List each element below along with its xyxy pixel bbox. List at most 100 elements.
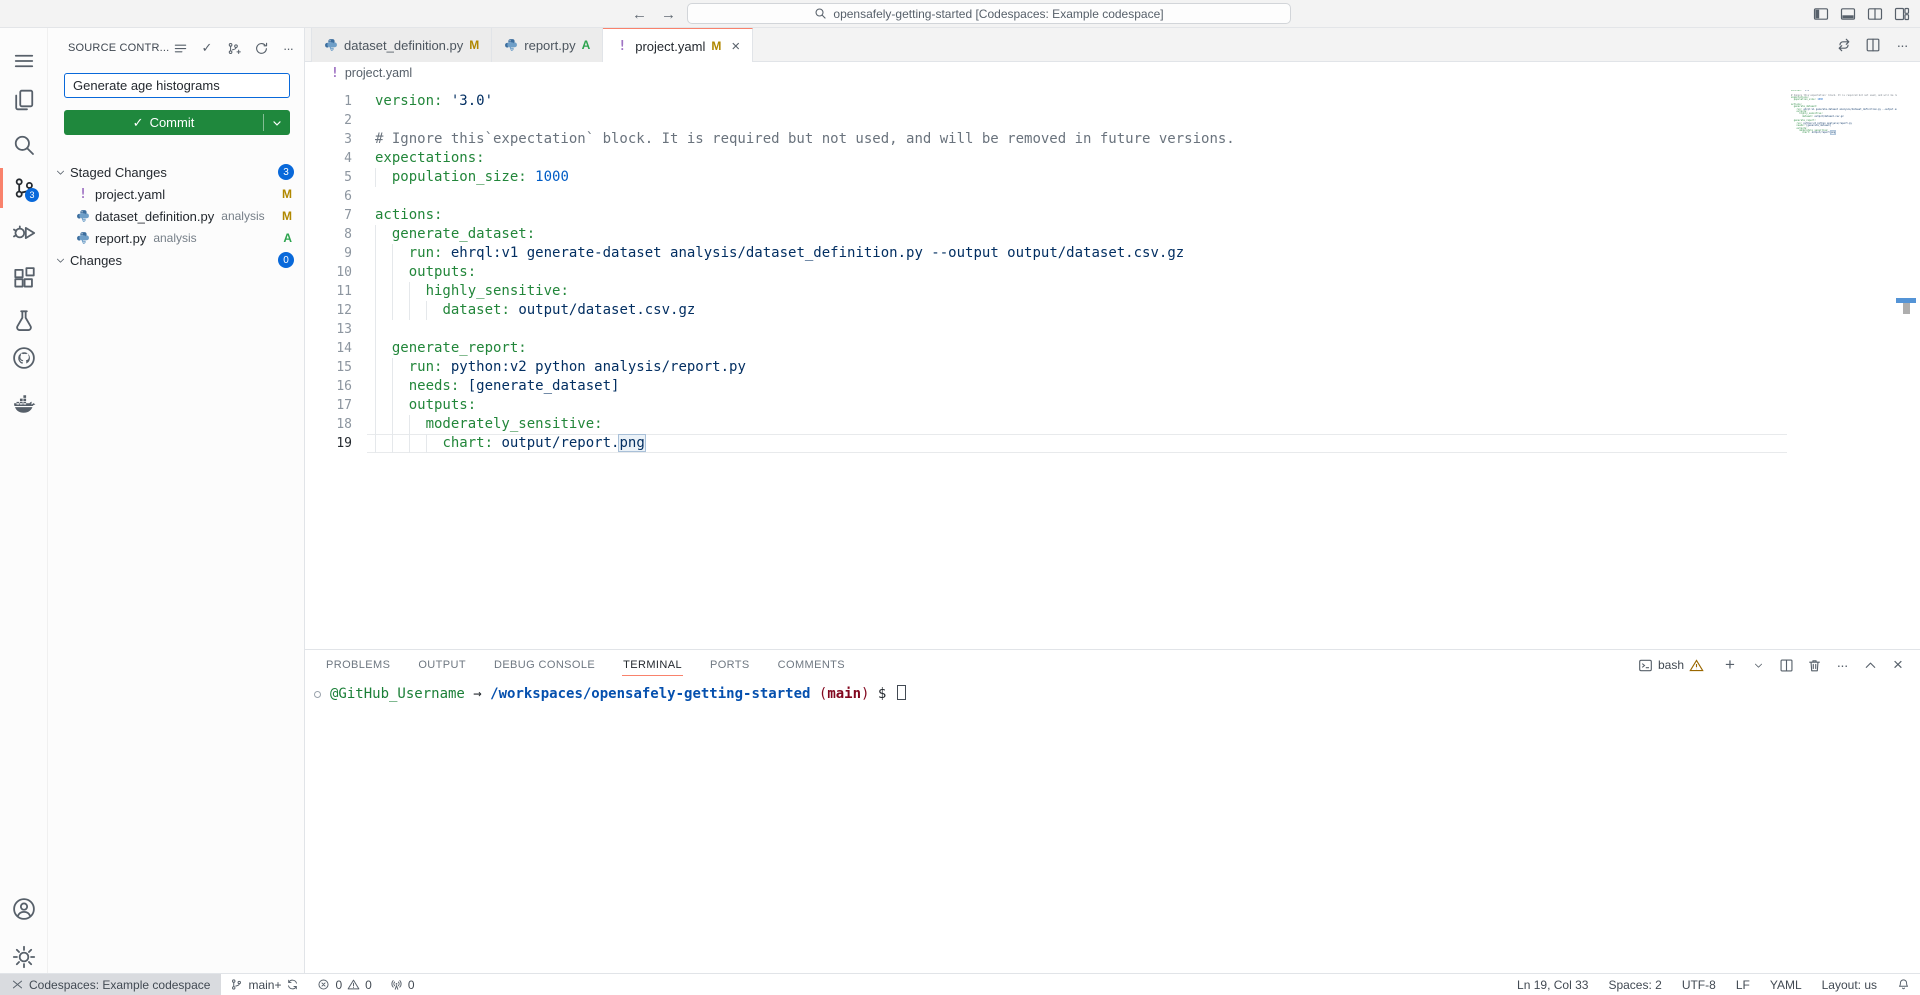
activity-github[interactable] [0, 338, 48, 378]
more-actions-icon[interactable]: ··· [1834, 657, 1850, 673]
indentation[interactable]: Spaces: 2 [1598, 974, 1671, 995]
code-line-7: 7actions: [305, 206, 1920, 225]
python-file-icon [324, 37, 338, 53]
status-text: YAML [1770, 978, 1802, 992]
back-button[interactable]: ← [632, 6, 647, 23]
panel-tab-terminal[interactable]: TERMINAL [622, 650, 683, 680]
command-center-search[interactable]: opensafely-getting-started [Codespaces: … [687, 3, 1291, 24]
activity-settings[interactable] [0, 937, 48, 977]
split-editor-icon[interactable] [1865, 37, 1881, 53]
problems-status[interactable]: 00 [308, 974, 380, 995]
commit-message-input[interactable] [64, 73, 290, 98]
scm-file-report.py[interactable]: report.pyanalysisA [48, 227, 305, 249]
toggle-primary-sidebar-icon[interactable] [1813, 6, 1829, 22]
activity-search[interactable] [0, 125, 48, 165]
customize-layout-icon[interactable] [1894, 6, 1910, 22]
activity-accounts[interactable] [0, 889, 48, 929]
forward-button[interactable]: → [661, 6, 676, 23]
sidebar-actions: ✓ ··· [172, 40, 296, 56]
panel-tab-comments[interactable]: COMMENTS [777, 650, 846, 680]
status-text: UTF-8 [1682, 978, 1716, 992]
ports-status[interactable]: 0 [381, 974, 424, 995]
code-line-18: 18 moderately_sensitive: [305, 415, 1920, 434]
activity-extensions[interactable] [0, 258, 48, 298]
beaker-icon [12, 308, 36, 332]
encoding[interactable]: UTF-8 [1672, 974, 1726, 995]
shell-selector[interactable]: bash [1638, 658, 1704, 673]
git-status-letter: M [711, 39, 721, 53]
open-changes-icon[interactable] [1836, 37, 1852, 53]
status-text: 0 [365, 978, 372, 992]
status-text: Ln 19, Col 33 [1517, 978, 1588, 992]
notifications[interactable] [1887, 974, 1920, 995]
activity-source-control[interactable]: 3 [0, 168, 48, 208]
split-terminal-icon[interactable] [1778, 657, 1794, 673]
yaml-file-icon: ! [331, 66, 339, 81]
kill-terminal-icon[interactable] [1806, 657, 1822, 673]
activity-testing[interactable] [0, 300, 48, 340]
toggle-secondary-sidebar-icon[interactable] [1867, 6, 1883, 22]
toggle-panel-icon[interactable] [1840, 6, 1856, 22]
refresh-icon[interactable] [253, 40, 269, 56]
close-icon[interactable]: × [731, 39, 740, 54]
branch-status[interactable]: main+ [221, 974, 308, 995]
tab-dataset_definition.py[interactable]: dataset_definition.pyM [311, 28, 492, 62]
panel-tab-ports[interactable]: PORTS [709, 650, 751, 680]
eol[interactable]: LF [1726, 974, 1760, 995]
activity-bar: 3 [0, 28, 48, 973]
maximize-panel-icon[interactable] [1862, 657, 1878, 673]
scm-file-dataset_definition.py[interactable]: dataset_definition.pyanalysisM [48, 205, 305, 227]
cursor-position[interactable]: Ln 19, Col 33 [1507, 974, 1598, 995]
chevron-down-icon [52, 164, 68, 180]
panel-tab-bar: PROBLEMS OUTPUT DEBUG CONSOLE TERMINAL PORTS… [325, 650, 846, 680]
breadcrumb[interactable]: ! project.yaml [305, 62, 1920, 84]
new-terminal-icon[interactable]: + [1722, 657, 1738, 673]
activity-run-debug[interactable] [0, 213, 48, 253]
more-actions-icon[interactable]: ··· [280, 40, 296, 56]
commit-dropdown-button[interactable] [264, 110, 290, 135]
git-status-letter: A [283, 231, 292, 245]
view-as-list-icon[interactable] [172, 40, 188, 56]
git-status-letter: M [282, 187, 292, 201]
panel-tab-problems[interactable]: PROBLEMS [325, 650, 391, 680]
status-text: Layout: us [1822, 978, 1877, 992]
code-line-11: 11 highly_sensitive: [305, 282, 1920, 301]
scm-file-project.yaml[interactable]: !project.yamlM [48, 183, 305, 205]
activity-explorer[interactable] [0, 80, 48, 120]
kill-terminal-icon [1807, 658, 1822, 673]
view-as-list-icon [173, 41, 188, 56]
language-mode[interactable]: YAML [1760, 974, 1812, 995]
panel-tab-output[interactable]: OUTPUT [417, 650, 467, 680]
code-line-2: 2 [305, 111, 1920, 130]
status-text: Codespaces: Example codespace [29, 978, 210, 992]
status-text: 0 [408, 978, 415, 992]
activity-docker[interactable] [0, 384, 48, 424]
terminal-icon [1638, 658, 1653, 673]
tab-report.py[interactable]: report.pyA [492, 28, 603, 62]
code-line-9: 9 run: ehrql:v1 generate-dataset analysi… [305, 244, 1920, 263]
scm-section-changes[interactable]: Changes0 [48, 249, 305, 271]
commit-button[interactable]: ✓ Commit [64, 110, 290, 135]
yaml-file-icon: ! [615, 38, 629, 54]
code-editor[interactable]: version: '3.0' # Ignore this`expectation… [305, 84, 1920, 649]
status-text: 0 [335, 978, 342, 992]
git-status-letter: M [282, 209, 292, 223]
open-changes-icon [1836, 37, 1852, 53]
tab-project.yaml[interactable]: !project.yamlM× [603, 28, 753, 63]
refresh-icon [254, 41, 269, 56]
launch-profile-chevron-icon[interactable] [1750, 657, 1766, 673]
close-panel-icon[interactable]: × [1890, 657, 1906, 673]
activity-menu[interactable] [0, 41, 48, 81]
keyboard-layout[interactable]: Layout: us [1812, 974, 1887, 995]
more-actions-icon[interactable]: ··· [1894, 37, 1910, 53]
remote-indicator[interactable]: Codespaces: Example codespace [0, 974, 221, 995]
commit-check-icon[interactable]: ✓ [199, 40, 215, 56]
scm-section-staged-changes[interactable]: Staged Changes3 [48, 161, 305, 183]
code-line-17: 17 outputs: [305, 396, 1920, 415]
warning-icon [347, 978, 360, 991]
terminal[interactable]: @GitHub_Username → /workspaces/opensafel… [305, 685, 1920, 704]
code-line-4: 4expectations: [305, 149, 1920, 168]
panel-tab-debug-console[interactable]: DEBUG CONSOLE [493, 650, 596, 680]
count-badge: 3 [278, 164, 294, 180]
branch-create-icon[interactable] [226, 40, 242, 56]
